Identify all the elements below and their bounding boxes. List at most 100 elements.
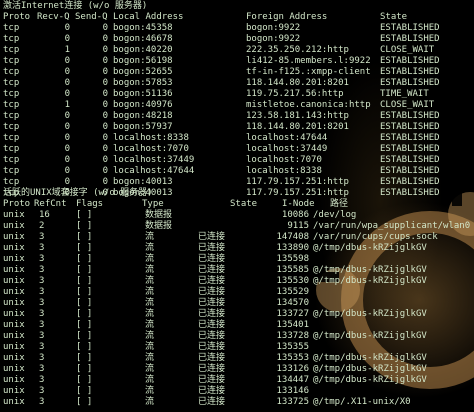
cell-state: 已连接 [198,331,226,341]
cell-proto: unix [3,276,25,286]
cell-send-q: 0 [102,177,108,187]
cell-local-address: bogon:40976 [113,100,173,110]
cell-recv-q: 0 [64,166,70,176]
cell-refcnt: 3 [39,353,45,363]
cell-send-q: 0 [102,122,108,132]
table-row: unix 3 [ ] 流 已连接 135401 [3,320,473,331]
cell-state: ESTABLISHED [380,56,440,66]
cell-state: 已连接 [198,298,226,308]
cell-foreign-address: 123.58.181.143:http [246,111,349,121]
table-row: tcp 0 0 bogon:51136 119.75.217.56:http TIME_W… [3,89,473,100]
table-row: unix 3 [ ] 流 已连接 133890 @/tmp/dbus-kRZijglkGV [3,243,473,254]
cell-local-address: bogon:57853 [113,78,173,88]
cell-state: CLOSE_WAIT [380,45,435,55]
cell-send-q: 0 [102,155,108,165]
cell-recv-q: 0 [64,34,70,44]
table-row: unix 3 [ ] 流 已连接 133727 @/tmp/dbus-kRZijglkGV [3,309,473,320]
cell-send-q: 0 [102,144,108,154]
cell-foreign-address: mistletoe.canonica:http [246,100,371,110]
cell-state: 已连接 [198,375,226,385]
cell-send-q: 0 [102,100,108,110]
cell-inode: 135530 [276,276,309,286]
col-inode: I-Node [282,199,315,209]
cell-state: CLOSE_WAIT [380,100,435,110]
cell-flags: [ ] [76,397,93,407]
cell-local-address: localhost:7070 [113,144,189,154]
cell-state: ESTABLISHED [380,111,440,121]
table-row: unix 3 [ ] 流 已连接 147408/var/run/cups/cups.soc… [3,232,473,243]
cell-send-q: 0 [102,34,108,44]
cell-proto: unix [3,364,25,374]
table-row: tcp 0 0 localhost:7070 localhost:37449 ESTABL… [3,144,473,155]
cell-proto: tcp [3,122,20,132]
cell-send-q: 0 [102,67,108,77]
cell-state: ESTABLISHED [380,166,440,176]
col-type: Type [142,199,164,209]
cell-proto: tcp [3,177,20,187]
table-row: unix 3 [ ] 流 已连接 133728 @/tmp/dbus-kRZijglkGV [3,331,473,342]
table-row: unix 3 [ ] 流 已连接 135529 [3,287,473,298]
cell-refcnt: 3 [39,309,45,319]
cell-flags: [ ] [76,375,93,385]
cell-path: @/tmp/dbus-kRZijglkGV [313,265,427,275]
cell-type: 流 [145,254,155,264]
cell-state: 已连接 [198,232,226,242]
cell-recv-q: 0 [64,56,70,66]
cell-refcnt: 3 [39,254,45,264]
cell-type: 流 [145,331,155,341]
cell-foreign-address: localhost:8338 [246,166,322,176]
cell-path: /dev/log [313,210,357,220]
cell-path: @/tmp/dbus-kRZijglkGV [313,353,427,363]
cell-proto: unix [3,221,25,231]
cell-flags: [ ] [76,210,93,220]
cell-recv-q: 0 [64,67,70,77]
cell-foreign-address: 118.144.80.201:8201 [246,122,349,132]
cell-flags: [ ] [76,342,93,352]
cell-proto: tcp [3,144,20,154]
cell-foreign-address: localhost:47644 [246,133,328,143]
cell-refcnt: 3 [39,320,45,330]
cell-foreign-address: 117.79.157.251:http [246,177,349,187]
cell-foreign-address: localhost:37449 [246,144,328,154]
cell-path: @/tmp/dbus-kRZijglkGV [313,309,427,319]
cell-local-address: bogon:57937 [113,122,173,132]
cell-inode: 133146 [276,386,309,396]
cell-flags: [ ] [76,232,93,242]
cell-foreign-address: localhost:7070 [246,155,322,165]
cell-flags: [ ] [76,298,93,308]
cell-flags: [ ] [76,364,93,374]
cell-proto: unix [3,342,25,352]
cell-proto: tcp [3,111,20,121]
cell-refcnt: 3 [39,276,45,286]
cell-proto: tcp [3,56,20,66]
cell-proto: unix [3,243,25,253]
cell-refcnt: 3 [39,386,45,396]
cell-type: 流 [145,243,155,253]
cell-path: @/tmp/dbus-kRZijglkGV [313,375,427,385]
cell-foreign-address: 119.75.217.56:http [246,89,344,99]
table-row: unix 3 [ ] 流 已连接 134570 [3,298,473,309]
cell-state: 已连接 [198,397,226,407]
cell-flags: [ ] [76,320,93,330]
unix-header: 活跃的UNIX域套接字 (w/o 服务器) [3,188,153,198]
cell-state: 已连接 [198,287,226,297]
table-row: tcp 0 0 bogon:57853 118.144.80.201:8201 ESTAB… [3,78,473,89]
cell-proto: tcp [3,45,20,55]
cell-proto: unix [3,320,25,330]
col-recv-q: Recv-Q [37,12,70,22]
cell-inode: 135355 [276,342,309,352]
cell-type: 流 [145,276,155,286]
cell-refcnt: 3 [39,298,45,308]
terminal-window[interactable]: 激活Internet连接 (w/o 服务器) Proto Recv-Q Send… [0,0,474,412]
table-row: tcp 0 0 localhost:8338 localhost:47644 ESTABL… [3,133,473,144]
cell-proto: unix [3,386,25,396]
cell-proto: unix [3,287,25,297]
table-row: tcp 0 0 bogon:45358 bogon:9922 ESTABLISHED [3,23,473,34]
cell-flags: [ ] [76,243,93,253]
cell-path: /var/run/cups/cups.sock [313,232,438,242]
table-row: unix 3 [ ] 流 已连接 133146 [3,386,473,397]
col-state: State [230,199,258,209]
cell-type: 数据报 [145,210,173,220]
cell-local-address: localhost:37449 [113,155,195,165]
cell-state: 已连接 [198,364,226,374]
